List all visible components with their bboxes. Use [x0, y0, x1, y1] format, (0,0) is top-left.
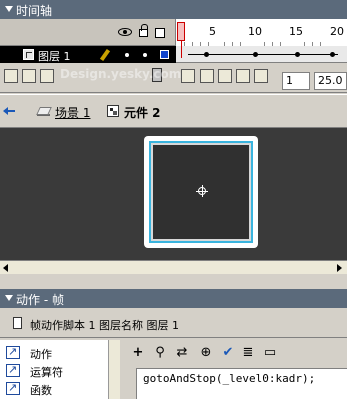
book-icon — [6, 345, 20, 359]
script-line[interactable]: gotoAndStop(_level0:kadr); — [143, 372, 315, 385]
actions-toolbox: 动作 运算符 函数 — [0, 340, 120, 399]
actions-info-text: 帧动作脚本 1 图层名称 图层 1 — [30, 319, 179, 332]
toolbox-item-label: 运算符 — [30, 366, 63, 379]
lock-icon[interactable] — [139, 24, 148, 37]
visible-dot-icon[interactable] — [125, 53, 129, 57]
playhead-line — [181, 41, 182, 58]
outline-icon[interactable] — [155, 28, 165, 38]
lock-dot-icon[interactable] — [143, 53, 147, 57]
collapse-triangle-icon[interactable] — [5, 295, 13, 301]
target-path-icon[interactable]: ⊕ — [199, 346, 213, 360]
keyframe-dot[interactable] — [204, 52, 209, 57]
symbol-icon — [107, 105, 119, 117]
keyframe-dot[interactable] — [253, 52, 258, 57]
tween-line — [188, 54, 338, 55]
collapse-triangle-icon[interactable] — [5, 6, 13, 12]
actions-title: 动作 - 帧 — [16, 293, 64, 307]
add-guide-layer-button[interactable] — [22, 69, 36, 83]
actions-info-bar: 帧动作脚本 1 图层名称 图层 1 — [0, 308, 347, 338]
layer-icon — [23, 49, 34, 60]
watermark: Design.yesky.com — [60, 67, 182, 81]
edit-bar: 场景 1 元件 2 — [0, 94, 347, 128]
onion-outlines-button[interactable] — [218, 69, 232, 83]
ruler-number: 20 — [330, 25, 344, 38]
frame-rate-field[interactable]: 25.0 — [314, 72, 347, 90]
breadcrumb-scene[interactable]: 场景 1 — [55, 104, 90, 121]
auto-format-icon[interactable]: ≣ — [241, 346, 255, 360]
frame-ruler[interactable]: 1 5 10 15 20 — [176, 19, 347, 46]
script-icon — [13, 317, 22, 329]
scene-icon — [37, 106, 50, 116]
layer-name[interactable]: 图层 1 — [38, 48, 71, 64]
keyframe-dot[interactable] — [330, 52, 335, 57]
modify-onion-markers-button[interactable] — [254, 69, 268, 83]
book-icon — [6, 381, 20, 395]
find-icon[interactable]: ⚲ — [153, 346, 167, 360]
timeline-title: 时间轴 — [16, 4, 53, 18]
replace-icon[interactable]: ⇄ — [175, 346, 189, 360]
book-icon — [6, 363, 20, 377]
back-arrow-icon[interactable] — [3, 106, 15, 116]
scroll-left-icon[interactable] — [3, 264, 8, 272]
center-frame-button[interactable] — [181, 69, 195, 83]
scroll-right-icon[interactable] — [337, 264, 342, 272]
insert-folder-button[interactable] — [40, 69, 54, 83]
insert-layer-button[interactable] — [4, 69, 18, 83]
outline-color-icon[interactable] — [160, 50, 169, 59]
ruler-number: 10 — [248, 25, 262, 38]
ruler-number: 5 — [209, 25, 216, 38]
registration-point-icon[interactable] — [196, 185, 208, 197]
show-code-hint-icon[interactable]: ▭ — [263, 346, 277, 360]
add-statement-icon[interactable]: + — [131, 346, 145, 360]
layer-row[interactable]: 图层 1 — [0, 46, 176, 63]
playhead[interactable] — [177, 22, 185, 41]
horizontal-scrollbar[interactable] — [0, 260, 347, 274]
ruler-number: 15 — [289, 25, 303, 38]
actions-panel-title[interactable]: 动作 - 帧 — [0, 289, 347, 308]
check-syntax-icon[interactable]: ✔ — [221, 346, 235, 360]
pencil-icon — [99, 48, 111, 62]
toolbox-item-label: 函数 — [30, 384, 52, 397]
actions-toolbar: + ⚲ ⇄ ⊕ ✔ ≣ ▭ — [121, 340, 347, 366]
show-hide-eye-icon[interactable] — [118, 28, 132, 36]
timeline-panel-title[interactable]: 时间轴 — [0, 0, 347, 19]
script-editor[interactable]: gotoAndStop(_level0:kadr); — [136, 368, 347, 399]
keyframe-dot[interactable] — [295, 52, 300, 57]
onion-skin-button[interactable] — [200, 69, 214, 83]
edit-multiple-frames-button[interactable] — [236, 69, 250, 83]
breadcrumb-symbol[interactable]: 元件 2 — [124, 104, 161, 121]
toolbox-item-label: 动作 — [30, 348, 52, 361]
current-frame-field[interactable]: 1 — [282, 72, 310, 90]
toolbox-scrollbar[interactable] — [108, 340, 120, 399]
